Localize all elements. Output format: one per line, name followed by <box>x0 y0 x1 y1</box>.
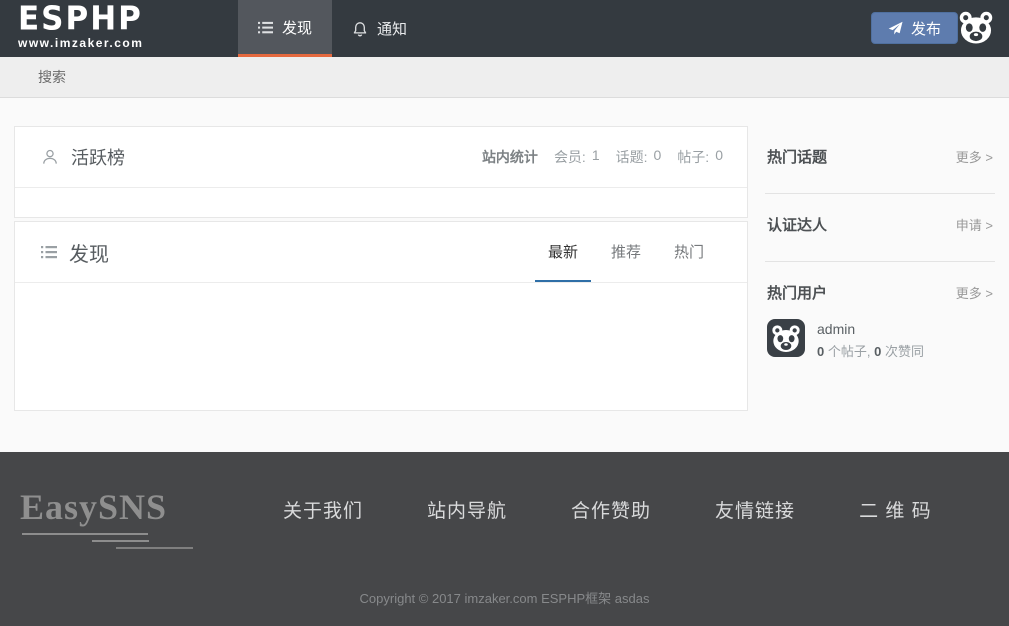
active-board-title-wrap: 活跃榜 <box>41 144 125 170</box>
user-name: admin <box>817 321 924 337</box>
user-meta: 0 个帖子, 0 次赞同 <box>817 341 924 360</box>
nav-item-discover[interactable]: 发现 <box>238 0 332 57</box>
tab-recommended[interactable]: 推荐 <box>598 222 654 282</box>
page-footer: EasySNS 关于我们 站内导航 合作赞助 友情链接 二 维 码 Copyri… <box>0 452 1009 626</box>
avatar <box>767 319 805 357</box>
nav-item-label: 通知 <box>377 18 407 39</box>
bear-avatar-icon <box>770 323 802 355</box>
discover-title-wrap: 发现 <box>41 238 109 267</box>
search-bar[interactable]: 搜索 <box>0 57 1009 98</box>
navbar-user-avatar[interactable] <box>957 9 995 47</box>
list-icon <box>41 244 57 260</box>
main-nav: 发现 通知 <box>238 0 427 57</box>
publish-label: 发布 <box>911 18 941 39</box>
section-title: 热门话题 <box>767 146 827 167</box>
logo-subtitle: www.imzaker.com <box>18 37 143 49</box>
list-icon <box>258 20 273 35</box>
copyright-text: Copyright © 2017 imzaker.com ESPHP框架 asd… <box>0 588 1009 607</box>
right-sidebar: 热门话题 更多 > 认证达人 申请 > 热门用户 更多 > <box>765 126 995 386</box>
footer-link-about[interactable]: 关于我们 <box>283 496 363 523</box>
footer-link-friends[interactable]: 友情链接 <box>715 496 795 523</box>
site-logo[interactable]: ESPHP www.imzaker.com <box>18 4 143 49</box>
active-board-card: 活跃榜 站内统计 会员:1 话题:0 帖子:0 <box>14 126 748 218</box>
tab-latest[interactable]: 最新 <box>535 222 591 282</box>
stat-topics: 话题:0 <box>616 147 662 167</box>
section-title: 认证达人 <box>767 214 827 235</box>
footer-links: 关于我们 站内导航 合作赞助 友情链接 二 维 码 <box>283 496 932 523</box>
sidebar-section-verified: 认证达人 申请 > <box>765 194 995 262</box>
footer-link-qrcode[interactable]: 二 维 码 <box>859 496 932 523</box>
discover-tabs: 最新 推荐 热门 <box>528 222 717 282</box>
footer-logo[interactable]: EasySNS <box>20 486 167 528</box>
sidebar-section-hot-topics: 热门话题 更多 > <box>765 126 995 194</box>
active-board-title: 活跃榜 <box>71 144 125 170</box>
publish-button[interactable]: 发布 <box>871 12 958 44</box>
stats-title: 站内统计 <box>482 147 538 167</box>
more-link[interactable]: 更多 > <box>956 147 993 166</box>
more-link[interactable]: 更多 > <box>956 283 993 302</box>
user-info: admin 0 个帖子, 0 次赞同 <box>817 319 924 360</box>
apply-link[interactable]: 申请 > <box>956 215 993 234</box>
site-stats: 站内统计 会员:1 话题:0 帖子:0 <box>482 147 723 167</box>
active-board-header: 活跃榜 站内统计 会员:1 话题:0 帖子:0 <box>15 127 747 188</box>
stat-members: 会员:1 <box>554 147 600 167</box>
top-navbar: ESPHP www.imzaker.com 发现 通知 发布 <box>0 0 1009 57</box>
logo-underline <box>92 540 149 542</box>
bear-avatar-icon <box>957 9 995 47</box>
logo-title: ESPHP <box>18 3 143 36</box>
paper-plane-icon <box>888 21 903 36</box>
tab-hot[interactable]: 热门 <box>661 222 717 282</box>
nav-item-notifications[interactable]: 通知 <box>332 0 427 57</box>
discover-title: 发现 <box>69 238 109 267</box>
discover-header: 发现 最新 推荐 热门 <box>15 222 747 283</box>
hot-user-item[interactable]: admin 0 个帖子, 0 次赞同 <box>767 319 993 360</box>
user-icon <box>41 148 59 166</box>
discover-card: 发现 最新 推荐 热门 <box>14 221 748 411</box>
logo-underline <box>116 547 193 549</box>
stat-posts: 帖子:0 <box>677 147 723 167</box>
search-label: 搜索 <box>38 67 66 87</box>
logo-underline <box>22 533 148 535</box>
bell-icon <box>352 21 368 37</box>
footer-link-sponsor[interactable]: 合作赞助 <box>571 496 651 523</box>
footer-link-sitenav[interactable]: 站内导航 <box>427 496 507 523</box>
sidebar-section-hot-users: 热门用户 更多 > admin <box>765 262 995 386</box>
section-title: 热门用户 <box>767 282 827 303</box>
nav-item-label: 发现 <box>282 17 312 38</box>
